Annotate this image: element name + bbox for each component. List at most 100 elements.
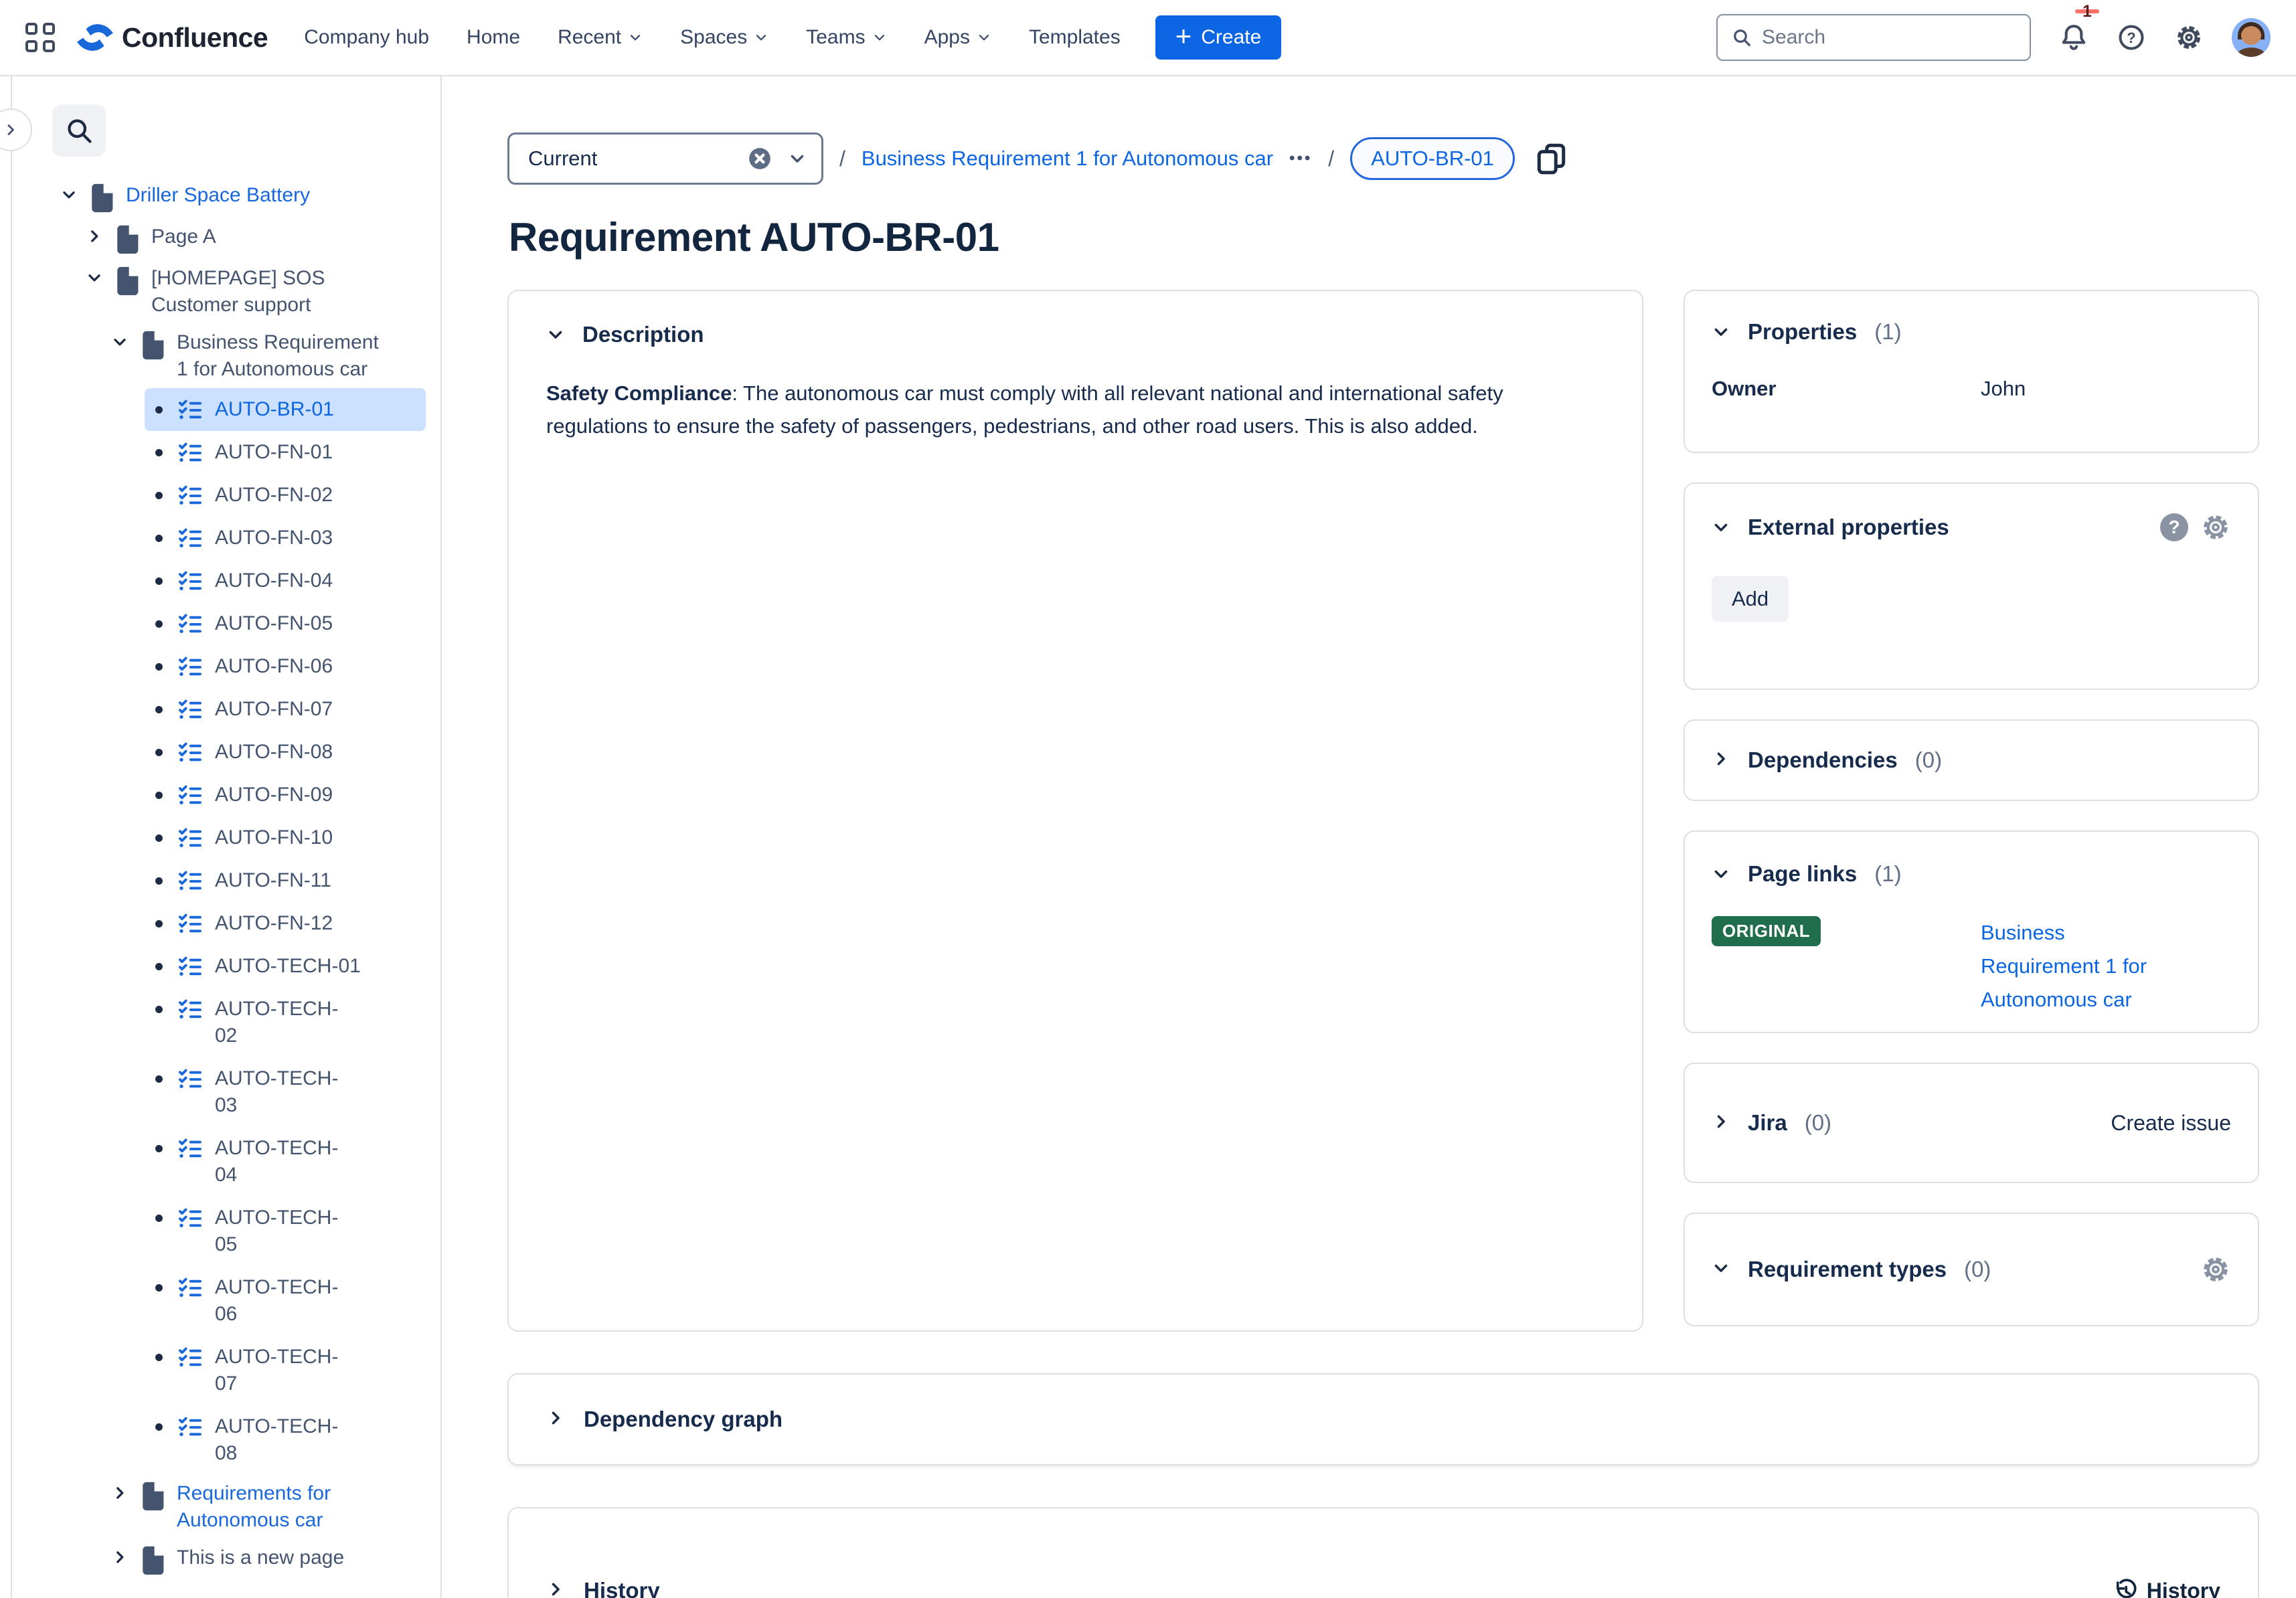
nav-company-hub[interactable]: Company hub [304,26,429,49]
tree-item-space-home[interactable]: Driller Space Battery [12,177,440,218]
nav-spaces[interactable]: Spaces [680,26,768,49]
clear-version-icon[interactable] [746,145,773,172]
requirement-item[interactable]: AUTO-FN-09 [145,774,426,816]
requirement-checklist-icon [177,654,203,680]
requirement-item[interactable]: AUTO-TECH-03 [145,1057,426,1127]
history-action[interactable]: History [2112,1578,2220,1598]
requirement-item[interactable]: AUTO-FN-01 [145,431,426,474]
add-external-property-button[interactable]: Add [1712,576,1789,622]
nav-apps[interactable]: Apps [924,26,991,49]
requirement-item[interactable]: AUTO-FN-03 [145,517,426,559]
chevron-right-icon[interactable] [86,228,108,245]
chevron-down-icon[interactable] [60,186,83,203]
notification-badge: 1 [2075,9,2099,13]
requirement-item[interactable]: AUTO-FN-05 [145,602,426,645]
requirement-checklist-icon [177,740,203,766]
requirement-item[interactable]: AUTO-TECH-01 [145,945,426,988]
requirement-label: AUTO-TECH-02 [215,996,357,1049]
app-switcher-icon[interactable] [25,23,55,52]
chevron-right-icon[interactable] [1712,749,1730,772]
search-input[interactable] [1762,26,2016,49]
requirement-item[interactable]: AUTO-FN-02 [145,474,426,517]
requirement-item[interactable]: AUTO-FN-10 [145,816,426,859]
gear-icon[interactable] [2200,1254,2231,1285]
dependency-graph-panel[interactable]: Dependency graph [507,1373,2259,1466]
tree-item-new-page[interactable]: This is a new page [12,1539,440,1581]
requirement-item[interactable]: AUTO-BR-01 [145,388,426,431]
tree-item-requirements-page[interactable]: Requirements for Autonomous car [12,1475,440,1539]
chevron-right-icon[interactable] [546,1580,565,1598]
create-button[interactable]: + Create [1155,15,1282,60]
description-header[interactable]: Description [546,322,1605,347]
question-circle-icon: ? [2117,23,2146,52]
chevron-right-icon[interactable] [546,1409,565,1431]
requirement-item[interactable]: AUTO-TECH-02 [145,988,426,1057]
chevron-down-icon[interactable] [546,325,565,344]
version-selector[interactable]: Current [507,132,823,185]
user-avatar[interactable] [2232,18,2271,57]
requirement-item[interactable]: AUTO-TECH-04 [145,1127,426,1196]
tree-item-label: [HOMEPAGE] SOS Customer support [151,265,392,319]
bell-icon [2059,23,2088,52]
requirement-item[interactable]: AUTO-FN-06 [145,645,426,688]
chevron-down-icon[interactable] [788,149,807,168]
chevron-down-icon[interactable] [1712,1259,1730,1281]
requirement-label: AUTO-TECH-05 [215,1205,357,1258]
nav-templates[interactable]: Templates [1029,26,1121,49]
notifications-button[interactable]: 1 [2059,23,2088,52]
global-search[interactable] [1716,14,2031,61]
requirement-checklist-icon [177,911,203,937]
chevron-down-icon[interactable] [1712,865,1730,883]
tree-item-page-a[interactable]: Page A [12,218,440,260]
bullet-dot [155,578,163,585]
nav-recent[interactable]: Recent [558,26,643,49]
chevron-down-icon[interactable] [1712,518,1730,537]
create-issue-button[interactable]: Create issue [2111,1111,2231,1136]
current-requirement-pill[interactable]: AUTO-BR-01 [1350,137,1515,180]
page-links-header[interactable]: Page links (1) [1712,861,2231,887]
page-icon [114,266,139,296]
chevron-down-icon[interactable] [1712,323,1730,341]
requirement-item[interactable]: AUTO-TECH-05 [145,1196,426,1266]
bullet-dot [155,1006,163,1013]
requirement-label: AUTO-FN-10 [215,824,333,851]
help-button[interactable]: ? [2117,23,2146,52]
requirement-item[interactable]: AUTO-TECH-07 [145,1336,426,1405]
breadcrumb-page-link[interactable]: Business Requirement 1 for Autonomous ca… [862,147,1273,171]
description-title: Description [582,322,704,347]
tree-item-homepage-sos[interactable]: [HOMEPAGE] SOS Customer support [12,260,440,324]
tree-item-business-requirement[interactable]: Business Requirement 1 for Autonomous ca… [12,324,440,388]
requirement-checklist-icon [177,1415,203,1440]
nav-home[interactable]: Home [467,26,520,49]
requirement-item[interactable]: AUTO-FN-12 [145,902,426,945]
gear-icon[interactable] [2200,512,2231,543]
page-link-row: ORIGINAL Business Requirement 1 for Auto… [1712,916,2231,1016]
bullet-dot [155,535,163,542]
requirement-label: AUTO-TECH-08 [215,1413,357,1467]
bullet-dot [155,663,163,671]
chevron-right-icon[interactable] [111,1484,134,1502]
chevron-right-icon[interactable] [1712,1112,1730,1134]
dependencies-panel[interactable]: Dependencies (0) [1684,719,2259,801]
chevron-right-icon[interactable] [111,1548,134,1566]
requirement-item[interactable]: AUTO-TECH-06 [145,1266,426,1336]
chevron-down-icon[interactable] [86,269,108,286]
copy-icon[interactable] [1535,142,1568,175]
breadcrumb-more-icon[interactable]: ••• [1289,149,1312,168]
help-icon[interactable]: ? [2160,513,2188,541]
page-link[interactable]: Business Requirement 1 for Autonomous ca… [1981,916,2182,1016]
external-properties-header[interactable]: External properties ? [1712,512,2231,543]
requirement-label: AUTO-BR-01 [215,396,334,423]
settings-button[interactable] [2174,23,2204,52]
requirement-item[interactable]: AUTO-TECH-08 [145,1405,426,1475]
history-icon [2112,1578,2137,1598]
requirement-item[interactable]: AUTO-FN-08 [145,731,426,774]
sidebar-search-button[interactable] [52,104,106,157]
requirement-item[interactable]: AUTO-FN-04 [145,559,426,602]
properties-header[interactable]: Properties (1) [1712,319,2231,345]
requirement-item[interactable]: AUTO-FN-11 [145,859,426,902]
nav-teams[interactable]: Teams [806,26,886,49]
confluence-logo[interactable]: Confluence [75,20,268,55]
chevron-down-icon[interactable] [111,333,134,351]
requirement-item[interactable]: AUTO-FN-07 [145,688,426,731]
